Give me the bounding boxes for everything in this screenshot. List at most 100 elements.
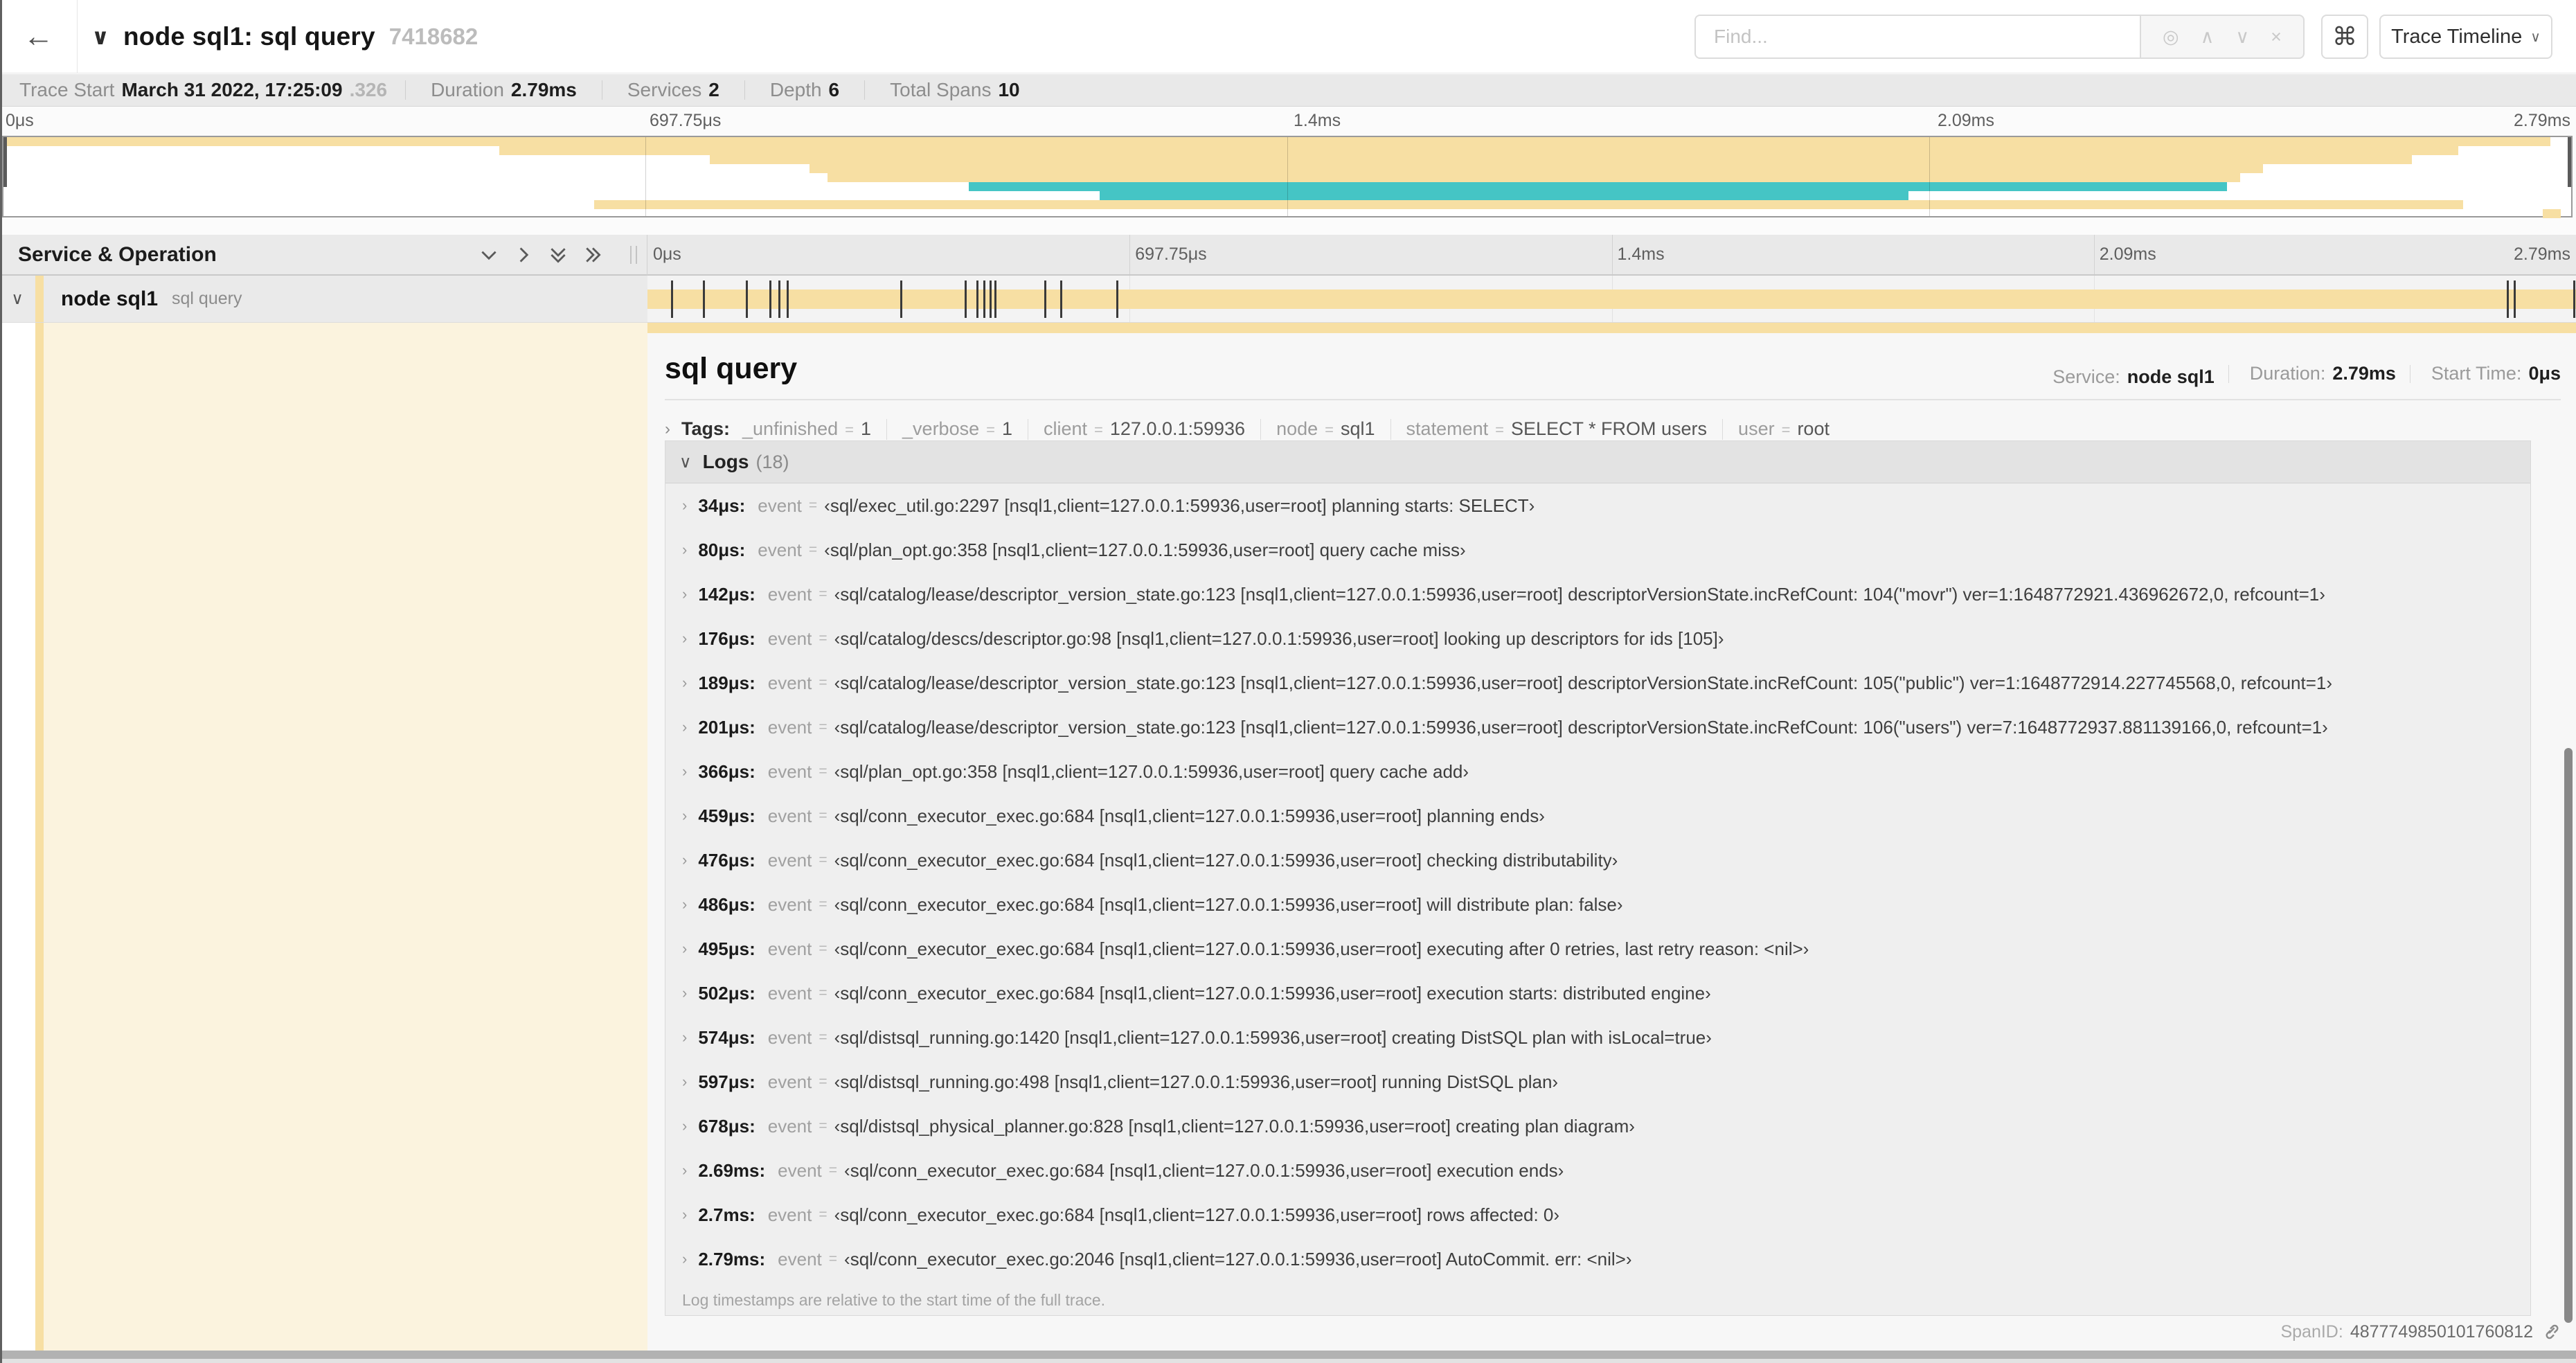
span-row-name-cell[interactable]: ∨ node sql1 sql query [0, 276, 647, 323]
log-entry-row[interactable]: › 597μs: event = ‹sql/distsql_running.go… [665, 1060, 2530, 1104]
summary-label: Depth [769, 79, 822, 100]
summary-value: 10 [998, 79, 1020, 100]
locate-icon[interactable]: ◎ [2163, 26, 2179, 48]
view-selector-button[interactable]: Trace Timeline ∨ [2379, 15, 2552, 59]
log-timestamp: 597μs: [698, 1071, 755, 1092]
span-color-bar [35, 276, 44, 322]
log-entry-row[interactable]: › 2.69ms: event = ‹sql/conn_executor_exe… [665, 1148, 2530, 1193]
log-timestamp: 502μs: [698, 982, 755, 1004]
minimap-span-bar [1100, 191, 1909, 200]
chevron-up-icon[interactable]: ∧ [2201, 26, 2215, 48]
tags-label: Tags: [681, 418, 731, 439]
log-entry-row[interactable]: › 176μs: event = ‹sql/catalog/descs/desc… [665, 616, 2530, 661]
minimap-gridline [645, 137, 646, 216]
minimap-canvas[interactable] [2, 136, 2573, 218]
log-field-value: ‹sql/plan_opt.go:358 [nsql1,client=127.0… [824, 539, 1466, 560]
log-marker-tick [670, 280, 673, 318]
log-entry-row[interactable]: › 34μs: event = ‹sql/exec_util.go:2297 [… [665, 483, 2530, 528]
log-entry-row[interactable]: › 189μs: event = ‹sql/catalog/lease/desc… [665, 661, 2530, 705]
log-timestamp: 678μs: [698, 1115, 755, 1137]
chevron-right-icon: › [682, 630, 688, 647]
log-entry-row[interactable]: › 486μs: event = ‹sql/conn_executor_exec… [665, 882, 2530, 927]
chevron-right-icon: › [682, 763, 688, 780]
expand-all-icon[interactable] [583, 245, 602, 265]
log-field-value: ‹sql/conn_executor_exec.go:684 [nsql1,cl… [834, 805, 1545, 826]
chevron-down-icon[interactable]: ∨ [0, 289, 35, 309]
log-entry-row[interactable]: › 2.7ms: event = ‹sql/conn_executor_exec… [665, 1193, 2530, 1237]
log-timestamp: 201μs: [698, 716, 755, 738]
collapse-one-icon[interactable] [479, 245, 499, 265]
vertical-scrollbar[interactable] [2564, 748, 2573, 1323]
minimap-tick-label: 1.4ms [1294, 111, 1341, 130]
log-entry-row[interactable]: › 80μs: event = ‹sql/plan_opt.go:358 [ns… [665, 528, 2530, 572]
log-field-value: ‹sql/distsql_running.go:1420 [nsql1,clie… [834, 1026, 1712, 1048]
log-timestamp: 459μs: [698, 805, 755, 826]
log-entry-row[interactable]: › 502μs: event = ‹sql/conn_executor_exec… [665, 971, 2530, 1015]
tag-item: _verbose = 1 [871, 418, 1012, 440]
log-entry-row[interactable]: › 366μs: event = ‹sql/plan_opt.go:358 [n… [665, 749, 2530, 794]
keyboard-shortcuts-button[interactable]: ⌘ [2321, 15, 2368, 59]
span-duration-bar[interactable] [647, 289, 2576, 309]
equals-sign: = [986, 421, 995, 438]
expand-one-icon[interactable] [514, 245, 533, 265]
summary-value: 6 [828, 79, 840, 100]
equals-sign: = [1781, 421, 1791, 438]
log-entry-row[interactable]: › 495μs: event = ‹sql/conn_executor_exec… [665, 927, 2530, 971]
log-entry-row[interactable]: › 142μs: event = ‹sql/catalog/lease/desc… [665, 572, 2530, 616]
chevron-down-icon: ∨ [2530, 29, 2541, 45]
log-field-value: ‹sql/conn_executor_exec.go:2046 [nsql1,c… [844, 1248, 1632, 1270]
minimap-tick-label: 0μs [6, 111, 34, 130]
tag-key: node [1276, 418, 1318, 439]
log-entry-row[interactable]: › 574μs: event = ‹sql/distsql_running.go… [665, 1015, 2530, 1060]
summary-item: Services 2 [584, 79, 726, 101]
chevron-right-icon: › [682, 1161, 688, 1179]
span-row-timeline-cell[interactable] [647, 276, 2576, 323]
log-timestamp: 366μs: [698, 760, 755, 782]
minimap-left-scrub-handle[interactable] [3, 137, 7, 187]
detail-stats: Service: node sql1 Duration: 2.79ms Star… [2052, 363, 2561, 388]
log-entry-row[interactable]: › 2.79ms: event = ‹sql/conn_executor_exe… [665, 1237, 2530, 1281]
log-marker-tick [2514, 280, 2516, 318]
link-icon[interactable] [2540, 1321, 2561, 1342]
log-field-key: event [767, 583, 812, 605]
minimap-right-scrub-handle[interactable] [2568, 137, 2571, 187]
log-timestamp: 142μs: [698, 583, 755, 605]
minimap-gridline [1287, 137, 1288, 216]
collapse-trace-icon[interactable]: ∨ [91, 24, 109, 50]
find-input[interactable]: Find... [1694, 15, 2141, 59]
collapse-all-icon[interactable] [548, 245, 568, 265]
summary-value: 2.79ms [510, 79, 577, 100]
timeline-tick-label: 2.09ms [2099, 244, 2156, 264]
log-marker-tick [1059, 280, 1062, 318]
timeline-tick-label: 1.4ms [1617, 244, 1665, 264]
window-left-edge [0, 0, 2, 1363]
back-button[interactable]: ← [0, 0, 78, 73]
summary-item: Duration 2.79ms [387, 79, 584, 101]
column-resize-grip[interactable] [630, 245, 637, 264]
summary-item: Total Spans 10 [846, 79, 1026, 101]
log-field-key: event [767, 1204, 812, 1225]
log-entry-row[interactable]: › 678μs: event = ‹sql/distsql_physical_p… [665, 1104, 2530, 1148]
log-timestamp: 176μs: [698, 627, 755, 649]
log-timestamp: 80μs: [698, 539, 746, 560]
log-entry-row[interactable]: › 476μs: event = ‹sql/conn_executor_exec… [665, 838, 2530, 882]
equals-sign: = [808, 542, 818, 558]
title-area: ∨ node sql1: sql query 7418682 [91, 0, 478, 73]
log-marker-tick [769, 280, 771, 318]
close-icon[interactable]: × [2271, 26, 2282, 48]
detail-span-bar [647, 323, 2576, 333]
equals-sign: = [819, 896, 828, 912]
log-entry-row[interactable]: › 459μs: event = ‹sql/conn_executor_exec… [665, 794, 2530, 838]
chevron-down-icon[interactable]: ∨ [2235, 26, 2249, 48]
minimap-span-bar [969, 182, 2228, 191]
detail-stat-value: node sql1 [2127, 366, 2215, 387]
span-id-value: 4877749850101760812 [2350, 1321, 2533, 1342]
log-marker-tick [1044, 280, 1046, 318]
tags-accordion[interactable]: › Tags: _unfinished = 1 _verbose = 1 cli… [665, 418, 1830, 440]
span-service-name: node sql1 [61, 287, 159, 310]
chevron-right-icon: › [682, 718, 688, 736]
logs-header[interactable]: ∨ Logs (18) [665, 441, 2530, 483]
equals-sign: = [808, 497, 818, 513]
log-entry-row[interactable]: › 201μs: event = ‹sql/catalog/lease/desc… [665, 705, 2530, 749]
log-field-value: ‹sql/catalog/lease/descriptor_version_st… [834, 583, 2325, 605]
